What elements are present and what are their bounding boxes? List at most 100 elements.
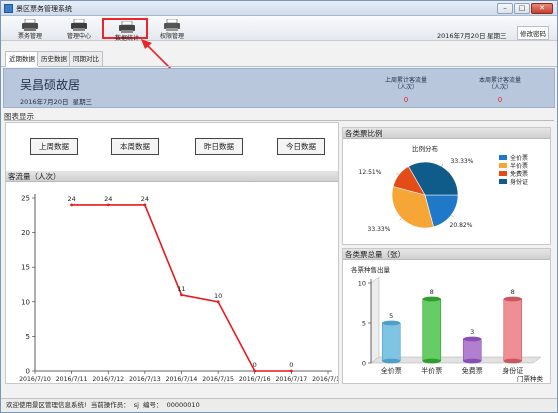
line-data-point: [70, 203, 74, 207]
last-week-data-button[interactable]: 上周数据: [30, 138, 78, 155]
bar-group: [462, 336, 482, 364]
line-data-label: 10: [214, 292, 222, 300]
bar-base: [463, 358, 482, 364]
line-y-tick-label: 5: [26, 333, 30, 341]
line-x-tick-label: 2016/7/18: [312, 376, 338, 383]
pie-legend-swatch: [499, 179, 507, 184]
bar-y-tick-label: 5: [362, 320, 366, 328]
current-weekday: 星期三: [487, 32, 507, 40]
line-data-point: [143, 203, 147, 207]
status-welcome: 欢迎使用景区管理信息系统!: [6, 401, 87, 409]
bar-top: [422, 296, 441, 302]
toolbar-label-ticketing: 票务管理: [17, 33, 42, 40]
status-operator: sj: [133, 401, 139, 409]
tab-period-comparison[interactable]: 同期对比: [69, 51, 103, 66]
this-week-value: 0: [497, 96, 503, 104]
toolbar-button-ticketing[interactable]: 票务管理: [7, 18, 53, 40]
pie-slice-label: 12.51%: [359, 169, 382, 176]
line-y-tick-label: 0: [26, 368, 30, 376]
bar-category-label: 全价票: [381, 366, 402, 375]
line-data-point: [289, 369, 293, 373]
today-data-button[interactable]: 今日数据: [277, 138, 325, 155]
bar-chart: 各票种售出量 0 5 10 5 全价票 8 半价票 3 免费票 8 身份证门票种类: [351, 265, 544, 383]
bar-category-label: 免费票: [462, 366, 483, 375]
toolbar-button-statistics[interactable]: 数据统计: [102, 18, 148, 42]
change-password-link[interactable]: 修改密码: [517, 26, 549, 40]
pie-leader-line: [399, 218, 402, 221]
pie-legend-label: 身份证: [510, 178, 528, 186]
site-name: 吴昌硕故居: [20, 78, 81, 92]
window-title: 景区票务管理系统: [16, 5, 72, 13]
status-operator-label: 当前操作员：: [90, 401, 130, 409]
pie-leader-line: [396, 172, 399, 176]
bar-value-label: 8: [511, 288, 515, 296]
pie-slice-label: 33.33%: [451, 158, 474, 165]
bar-wall: [370, 276, 380, 364]
pie-legend-label: 免费票: [510, 170, 528, 178]
printer-icon: [71, 19, 87, 31]
line-data-label: 0: [253, 361, 257, 369]
tab-recent-data[interactable]: 近期数据: [5, 51, 39, 67]
last-week-label-line1: 上周累计客流量: [384, 77, 427, 84]
line-data-label: 11: [177, 285, 185, 293]
line-x-tick-label: 2016/7/17: [276, 376, 308, 383]
line-y-tick-label: 10: [21, 298, 30, 306]
statistics-printer-icon: [119, 21, 135, 33]
status-bar: 欢迎使用景区管理信息系统! 当前操作员： sj 编号： 00000010: [1, 398, 557, 412]
bar-group: [503, 296, 523, 364]
line-y-tick-label: 15: [21, 264, 30, 272]
bar-group: [422, 296, 442, 364]
last-week-label: 上周累计客流量 （人次）: [376, 77, 436, 91]
permission-printer-icon: [164, 19, 180, 31]
bar-x-axis-label: 门票种类: [517, 374, 544, 383]
bar-panel-title: 各类票总量（张）: [343, 249, 550, 260]
toolbar-button-admin[interactable]: 管理中心: [56, 18, 102, 40]
bar: [503, 298, 523, 362]
line-y-tick-label: 20: [21, 229, 30, 237]
line-data-label: 24: [141, 195, 149, 203]
this-week-data-button[interactable]: 本周数据: [111, 138, 159, 155]
ticket-printer-icon: [22, 19, 38, 31]
pie-panel-title: 各类票比例: [343, 128, 550, 139]
current-date: 2016年7月20日: [437, 32, 486, 40]
toolbar-button-permissions[interactable]: 权限管理: [149, 18, 195, 40]
pie-slice-label: 20.82%: [450, 222, 473, 229]
this-week-label-line2: （人次）: [487, 84, 512, 91]
yesterday-data-button[interactable]: 昨日数据: [195, 138, 243, 155]
pie-legend-swatch: [499, 155, 507, 160]
bar-top: [463, 336, 482, 342]
minimize-button[interactable]: –: [497, 3, 513, 14]
line-x-tick-label: 2016/7/11: [56, 376, 88, 383]
close-button[interactable]: ✕: [531, 3, 553, 14]
line-x-tick-label: 2016/7/13: [129, 376, 161, 383]
bar-value-label: 3: [470, 328, 474, 336]
toolbar-label-permissions: 权限管理: [159, 33, 184, 40]
maximize-button[interactable]: □: [514, 3, 530, 14]
this-week-label: 本周累计客流量 （人次）: [470, 77, 530, 91]
title-bar: 景区票务管理系统 – □ ✕: [1, 1, 557, 16]
toolbar-label-statistics: 数据统计: [114, 35, 139, 42]
line-data-point: [216, 300, 220, 304]
line-x-tick-label: 2016/7/15: [202, 376, 234, 383]
header-date: 2016年7月20日: [20, 98, 69, 106]
tab-history-data[interactable]: 历史数据: [37, 51, 71, 66]
pie-title: 比例分布: [412, 144, 439, 153]
bar-category-label: 半价票: [421, 366, 442, 375]
line-data-point: [253, 369, 257, 373]
line-x-tick-label: 2016/7/12: [92, 376, 124, 383]
last-week-label-line2: （人次）: [393, 84, 418, 91]
bar: [381, 322, 401, 362]
line-x-tick-label: 2016/7/10: [19, 376, 51, 383]
this-week-label-line1: 本周累计客流量: [478, 77, 521, 84]
pie-slice-label: 33.33%: [368, 226, 391, 233]
last-week-value: 0: [403, 96, 409, 104]
line-y-tick-label: 25: [21, 195, 30, 203]
bar-top: [382, 320, 401, 326]
line-x-tick-label: 2016/7/16: [239, 376, 271, 383]
bar-value-label: 8: [430, 288, 434, 296]
bar-title: 各票种售出量: [351, 265, 391, 274]
bar-value-label: 5: [389, 312, 393, 320]
bar-base: [422, 358, 441, 364]
pie-leader-line: [451, 214, 454, 218]
header-weekday: 星期三: [72, 98, 93, 106]
